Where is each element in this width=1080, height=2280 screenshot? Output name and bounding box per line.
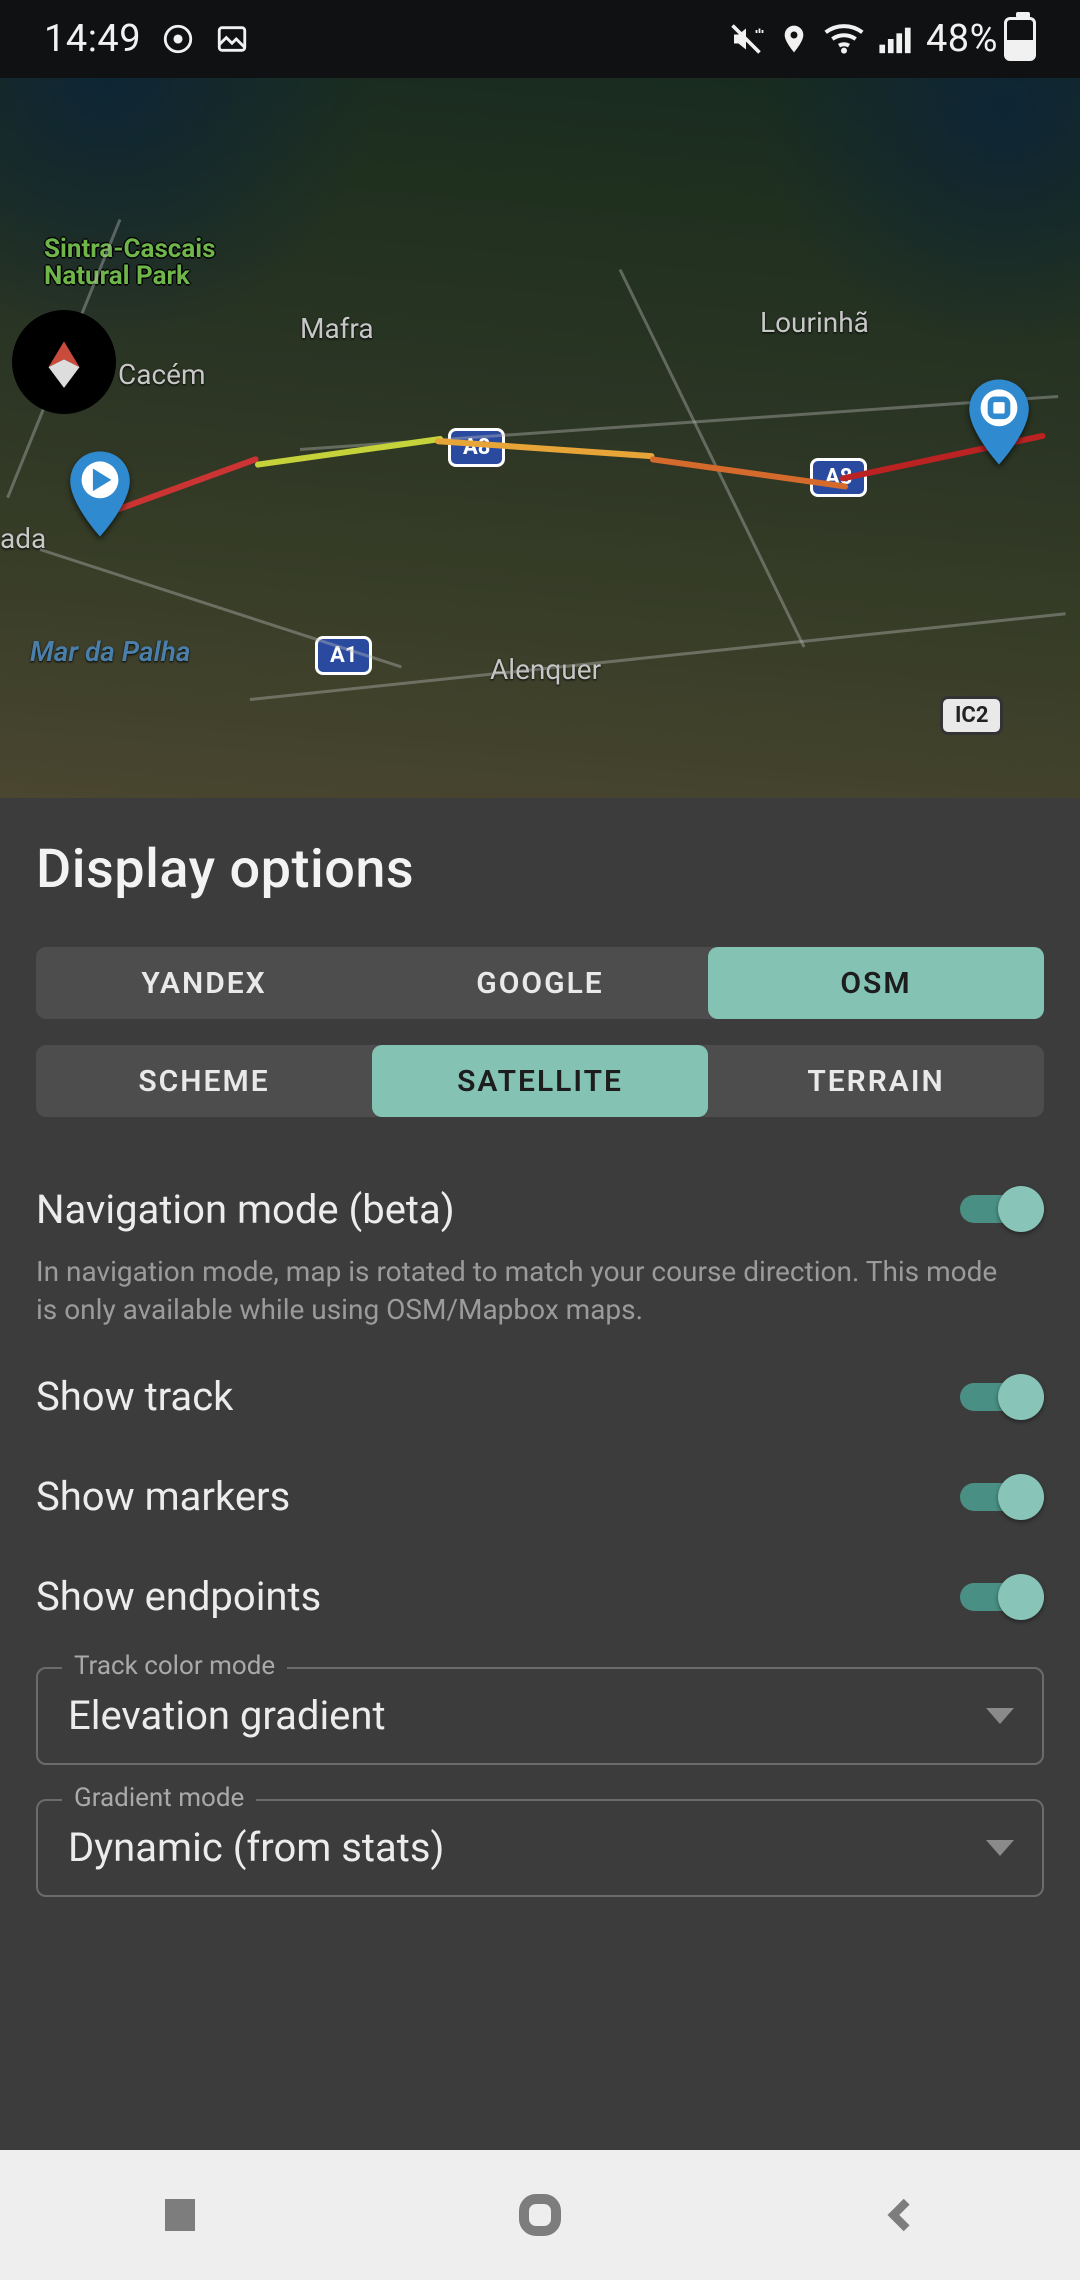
track-color-mode-select[interactable]: Track color mode Elevation gradient	[36, 1667, 1044, 1765]
map-label-mafra: Mafra	[300, 312, 374, 345]
clock-text: 14:49	[44, 17, 141, 61]
location-icon	[778, 21, 810, 57]
show-markers-toggle[interactable]	[960, 1471, 1044, 1523]
provider-segmented: YANDEX GOOGLE OSM	[36, 947, 1044, 1019]
image-icon	[215, 22, 249, 56]
map-label-lourinha: Lourinhã	[760, 306, 869, 339]
map-type-segmented: SCHEME SATELLITE TERRAIN	[36, 1045, 1044, 1117]
chevron-down-icon	[986, 1708, 1014, 1724]
navigation-mode-label: Navigation mode (beta)	[36, 1186, 455, 1233]
show-track-row[interactable]: Show track	[36, 1347, 1044, 1447]
display-options-sheet[interactable]: Display options YANDEX GOOGLE OSM SCHEME…	[0, 798, 1080, 2150]
show-endpoints-toggle[interactable]	[960, 1571, 1044, 1623]
vibrate-mute-icon	[728, 21, 764, 57]
map-type-satellite[interactable]: SATELLITE	[372, 1045, 708, 1117]
sheet-title: Display options	[36, 838, 1044, 901]
map-label-cacem: Cacém	[118, 358, 206, 391]
provider-yandex[interactable]: YANDEX	[36, 947, 372, 1019]
track-color-mode-value: Elevation gradient	[68, 1692, 386, 1739]
battery-indicator: 48%	[926, 17, 1036, 61]
map-label-mar-da-palha: Mar da Palha	[30, 635, 190, 668]
show-markers-label: Show markers	[36, 1473, 290, 1520]
signal-icon	[878, 24, 912, 54]
show-markers-row[interactable]: Show markers	[36, 1447, 1044, 1547]
road-shield-ic2: IC2	[940, 696, 1003, 735]
chevron-down-icon	[986, 1840, 1014, 1856]
wifi-icon	[824, 23, 864, 55]
map-type-terrain[interactable]: TERRAIN	[708, 1045, 1044, 1117]
show-track-label: Show track	[36, 1373, 233, 1420]
show-endpoints-label: Show endpoints	[36, 1573, 321, 1620]
show-track-toggle[interactable]	[960, 1371, 1044, 1423]
end-marker[interactable]	[965, 376, 1033, 468]
map-type-scheme[interactable]: SCHEME	[36, 1045, 372, 1117]
start-marker[interactable]	[66, 448, 134, 540]
map-preview[interactable]: Sintra-Cascais Natural Park Mafra Cacém …	[0, 78, 1080, 798]
status-bar: 14:49 48%	[0, 0, 1080, 78]
recents-button[interactable]	[150, 2185, 210, 2245]
back-button[interactable]	[870, 2185, 930, 2245]
home-button[interactable]	[510, 2185, 570, 2245]
map-label-park: Sintra-Cascais Natural Park	[44, 236, 216, 291]
provider-google[interactable]: GOOGLE	[372, 947, 708, 1019]
gradient-mode-legend: Gradient mode	[62, 1783, 256, 1813]
track-color-mode-legend: Track color mode	[62, 1651, 287, 1681]
navigation-mode-desc: In navigation mode, map is rotated to ma…	[36, 1253, 1044, 1329]
compass-button[interactable]	[12, 310, 116, 414]
navigation-mode-row[interactable]: Navigation mode (beta)	[36, 1159, 1044, 1259]
show-endpoints-row[interactable]: Show endpoints	[36, 1547, 1044, 1647]
gradient-mode-select[interactable]: Gradient mode Dynamic (from stats)	[36, 1799, 1044, 1897]
android-navbar	[0, 2150, 1080, 2280]
navigation-mode-toggle[interactable]	[960, 1183, 1044, 1235]
battery-percent-text: 48%	[926, 17, 998, 61]
provider-osm[interactable]: OSM	[708, 947, 1044, 1019]
record-icon	[161, 22, 195, 56]
gradient-mode-value: Dynamic (from stats)	[68, 1824, 444, 1871]
